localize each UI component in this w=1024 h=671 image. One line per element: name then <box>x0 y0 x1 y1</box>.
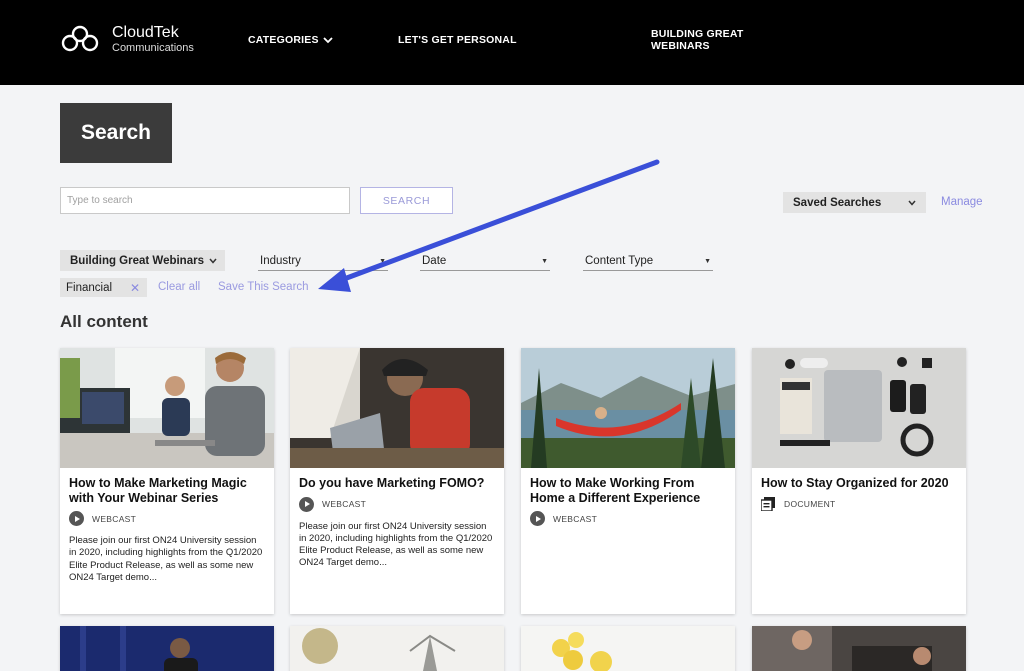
card-type: WEBCAST <box>521 505 735 527</box>
card-thumbnail-image <box>752 626 966 671</box>
nav-lets-get-personal[interactable]: LET'S GET PERSONAL <box>398 34 517 46</box>
content-card[interactable]: How to Make Marketing Magic with Your We… <box>60 348 274 614</box>
saved-searches-dropdown[interactable]: Saved Searches <box>783 192 926 213</box>
content-card[interactable] <box>521 626 735 671</box>
active-filter-tag: Financial ✕ <box>60 278 147 297</box>
card-title[interactable]: Do you have Marketing FOMO? <box>290 468 504 491</box>
card-thumbnail-image <box>290 626 504 671</box>
card-thumbnail-image <box>60 626 274 671</box>
card-title[interactable]: How to Make Working From Home a Differen… <box>521 468 735 505</box>
content-type-filter-dropdown[interactable]: Content Type ▼ <box>583 252 713 271</box>
caret-down-icon: ▼ <box>379 257 386 265</box>
saved-searches-label: Saved Searches <box>793 196 882 209</box>
logo-subtitle: Communications <box>112 41 194 54</box>
nav-building-great-webinars[interactable]: BUILDING GREAT WEBINARS <box>651 28 751 52</box>
content-card[interactable] <box>290 626 504 671</box>
industry-filter-label: Industry <box>260 255 301 267</box>
manage-link[interactable]: Manage <box>941 196 983 208</box>
clear-all-link[interactable]: Clear all <box>158 281 200 293</box>
active-filter-tag-label: Financial <box>66 281 113 294</box>
card-description: Please join our first ON24 University se… <box>69 535 263 583</box>
card-type-label: WEBCAST <box>322 499 367 510</box>
category-filter-label: Building Great Webinars <box>70 254 204 267</box>
category-filter-dropdown[interactable]: Building Great Webinars <box>60 250 225 271</box>
content-card[interactable] <box>752 626 966 671</box>
card-type-label: WEBCAST <box>553 513 598 524</box>
remove-tag-icon[interactable]: ✕ <box>130 281 140 295</box>
card-type-label: WEBCAST <box>92 513 137 524</box>
card-thumbnail-image <box>521 348 735 468</box>
chevron-down-icon <box>908 200 916 206</box>
card-type: WEBCAST <box>60 505 274 527</box>
section-heading: All content <box>60 312 148 331</box>
card-type: WEBCAST <box>290 491 504 512</box>
card-thumbnail-image <box>752 348 966 468</box>
card-type: DOCUMENT <box>752 491 966 511</box>
page-title: Search <box>60 103 172 163</box>
brand-logo[interactable]: CloudTek Communications <box>60 24 194 54</box>
industry-filter-dropdown[interactable]: Industry ▼ <box>258 252 388 271</box>
content-card[interactable]: Do you have Marketing FOMO? WEBCAST Plea… <box>290 348 504 614</box>
logo-name: CloudTek <box>112 24 179 41</box>
card-thumbnail-image <box>290 348 504 468</box>
card-title[interactable]: How to Stay Organized for 2020 <box>752 468 966 491</box>
content-card[interactable]: How to Make Working From Home a Differen… <box>521 348 735 614</box>
date-filter-dropdown[interactable]: Date ▼ <box>420 252 550 271</box>
caret-down-icon: ▼ <box>541 257 548 265</box>
play-icon <box>69 511 84 527</box>
pdf-icon <box>761 496 775 511</box>
card-title[interactable]: How to Make Marketing Magic with Your We… <box>60 468 274 505</box>
save-this-search-link[interactable]: Save This Search <box>218 281 309 293</box>
card-thumbnail-image <box>521 626 735 671</box>
caret-down-icon: ▼ <box>704 257 711 265</box>
nav-categories-label: CATEGORIES <box>248 34 319 46</box>
play-icon <box>530 511 545 527</box>
content-type-filter-label: Content Type <box>585 255 654 267</box>
card-type-label: DOCUMENT <box>784 498 836 509</box>
top-navigation-bar: CloudTek Communications CATEGORIES LET'S… <box>0 0 1024 85</box>
chevron-down-icon <box>323 36 333 43</box>
chevron-down-icon <box>209 258 217 264</box>
play-icon <box>299 496 314 512</box>
nav-categories[interactable]: CATEGORIES <box>248 34 333 46</box>
card-thumbnail-image <box>60 348 274 468</box>
card-description: Please join our first ON24 University se… <box>299 520 493 569</box>
date-filter-label: Date <box>422 255 447 267</box>
content-card[interactable]: How to Stay Organized for 2020 DOCUMENT <box>752 348 966 614</box>
search-input[interactable] <box>60 187 350 214</box>
search-button[interactable]: SEARCH <box>360 187 453 214</box>
content-card[interactable] <box>60 626 274 671</box>
cloudtek-logo-icon <box>61 25 99 52</box>
